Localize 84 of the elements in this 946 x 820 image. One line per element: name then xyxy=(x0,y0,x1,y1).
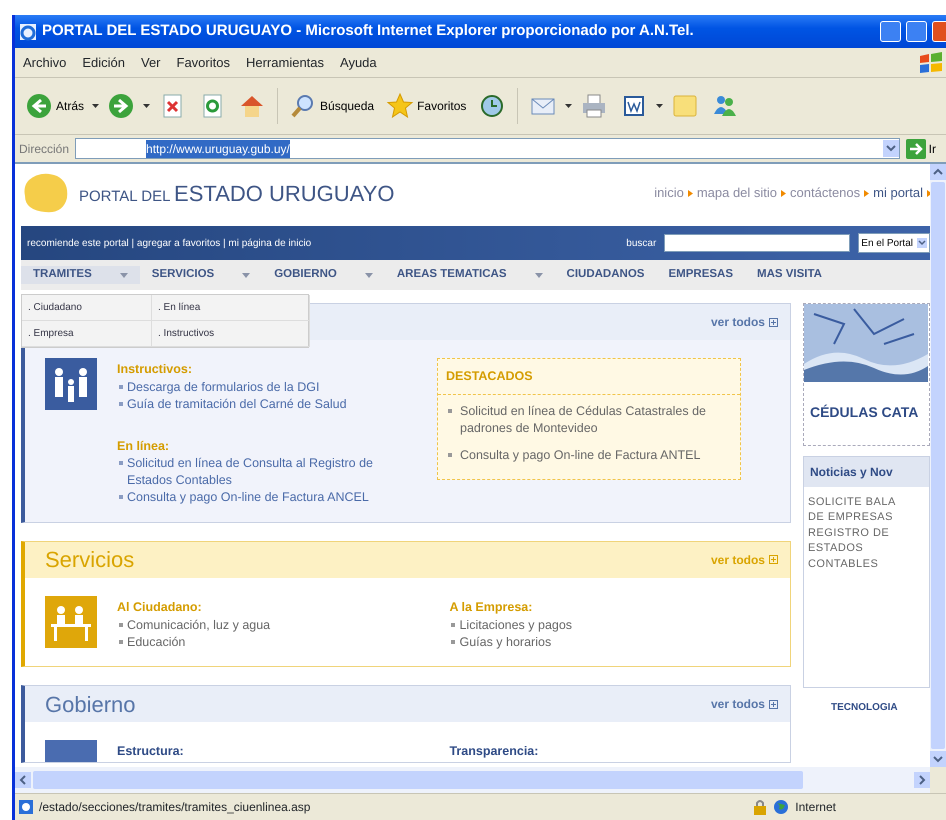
caret-icon[interactable] xyxy=(143,104,150,108)
menu-item[interactable]: . Empresa xyxy=(22,321,151,347)
expand-icon xyxy=(768,555,778,564)
back-button[interactable]: Atrás xyxy=(21,90,88,122)
expand-icon xyxy=(768,700,778,709)
news-text[interactable]: DE EMPRESAS xyxy=(808,510,925,526)
section-heading: Transparencia: xyxy=(449,743,540,760)
address-label: Dirección xyxy=(19,140,70,158)
scope-select[interactable]: En el Portal xyxy=(858,233,930,253)
menu-tab[interactable]: TRAMITES xyxy=(21,266,140,284)
search-label: buscar xyxy=(626,236,656,250)
news-text[interactable]: ESTADOS xyxy=(808,541,925,557)
see-all-link[interactable]: ver todos xyxy=(710,313,778,331)
menu-item[interactable]: Edición xyxy=(74,52,133,72)
caret-icon[interactable] xyxy=(656,104,664,108)
zone-text: Internet xyxy=(795,799,836,816)
promo-title: CÉDULAS CATA xyxy=(808,403,920,422)
news-text[interactable]: SOLICITE BALA xyxy=(808,495,925,510)
horizontal-scrollbar[interactable] xyxy=(15,767,930,793)
star-icon xyxy=(386,92,414,120)
nav-link[interactable]: inicio xyxy=(654,183,684,203)
windows-flag-icon xyxy=(918,52,944,74)
maximize-button[interactable] xyxy=(906,21,927,42)
close-button[interactable] xyxy=(932,21,946,42)
section-heading: Estructura: xyxy=(117,743,185,760)
utility-links[interactable]: recomiende este portal | agregar a favoritos | mi página de inicio xyxy=(27,236,618,250)
featured-title: DESTACADOS xyxy=(438,359,740,395)
site-logo-text[interactable]: PORTAL DEL ESTADO URUGUAYO xyxy=(79,176,394,210)
promo-card[interactable]: CÉDULAS CATA xyxy=(802,303,930,446)
go-button[interactable]: Ir xyxy=(906,138,942,158)
section-heading: A la Empresa: xyxy=(449,598,534,616)
section-title: Gobierno xyxy=(45,690,136,719)
menu-item[interactable]: Favoritos xyxy=(168,52,238,72)
scroll-right-icon[interactable] xyxy=(914,772,930,788)
news-title: Noticias y Nov xyxy=(804,457,929,487)
menu-item[interactable]: Archivo xyxy=(15,52,74,72)
nav-link[interactable]: mi portal xyxy=(873,183,923,203)
news-tab[interactable]: TECNOLOGIA xyxy=(802,688,930,715)
nav-link[interactable]: mapa del sitio xyxy=(696,183,778,203)
section-heading: En línea: xyxy=(117,438,170,454)
menu-item[interactable]: . Instructivos xyxy=(152,321,309,347)
caret-icon[interactable] xyxy=(565,104,572,108)
building-icon xyxy=(45,740,97,762)
menu-tab[interactable]: GOBIERNO xyxy=(262,266,385,284)
nav-link[interactable]: contáctenos xyxy=(790,183,860,203)
section-heading: Instructivos: xyxy=(117,361,194,378)
menu-tab[interactable]: MAS VISITA xyxy=(745,266,834,284)
caret-icon[interactable] xyxy=(92,104,100,108)
dropdown-arrow-icon xyxy=(917,238,927,248)
news-text[interactable]: CONTABLES xyxy=(808,556,925,572)
people-icon xyxy=(45,358,97,410)
menu-item[interactable]: Herramientas xyxy=(238,52,332,72)
menu-tab[interactable]: EMPRESAS xyxy=(656,266,746,284)
minimize-button[interactable] xyxy=(880,21,901,42)
address-field[interactable]: http://www.uruguay.gub.uy/ xyxy=(75,138,900,159)
section-heading: Al Ciudadano: xyxy=(117,598,203,616)
desk-icon xyxy=(45,596,97,648)
arrow-icon xyxy=(781,190,786,196)
menu-item[interactable]: Ayuda xyxy=(332,52,385,72)
page-icon xyxy=(19,800,33,814)
favorites-button[interactable]: Favoritos xyxy=(382,90,470,122)
arrow-icon xyxy=(688,190,693,196)
window-title: PORTAL DEL ESTADO URUGUAYO - Microsoft Internet Explorer proporcionado por A.N.Tel. xyxy=(42,21,694,42)
menu-tab[interactable]: AREAS TEMATICAS xyxy=(384,266,555,284)
arrow-icon xyxy=(864,190,870,196)
status-text: /estado/secciones/tramites/tramites_ciuenlinea.asp xyxy=(39,799,310,816)
menu-item[interactable]: Ver xyxy=(133,52,169,72)
menu-item[interactable]: . Ciudadano xyxy=(22,295,151,321)
search-field[interactable] xyxy=(664,234,850,252)
scroll-left-icon[interactable] xyxy=(15,772,31,788)
globe-icon xyxy=(773,799,790,815)
menu-tab[interactable]: CIUDADANOS xyxy=(554,266,656,284)
lock-icon xyxy=(753,799,768,815)
ie-logo-icon xyxy=(19,22,37,40)
expand-icon xyxy=(768,318,778,326)
section-title: Servicios xyxy=(45,546,134,574)
vertical-scrollbar[interactable] xyxy=(930,164,946,767)
search-button[interactable]: Búsqueda xyxy=(285,90,378,122)
scroll-down-icon[interactable] xyxy=(930,751,946,767)
menu-tab[interactable]: SERVICIOS xyxy=(140,266,262,284)
scroll-up-icon[interactable] xyxy=(930,164,946,180)
news-text[interactable]: REGISTRO DE xyxy=(808,526,925,542)
menu-item[interactable]: . En línea xyxy=(152,295,309,321)
see-all-link[interactable]: ver todos xyxy=(710,695,778,714)
